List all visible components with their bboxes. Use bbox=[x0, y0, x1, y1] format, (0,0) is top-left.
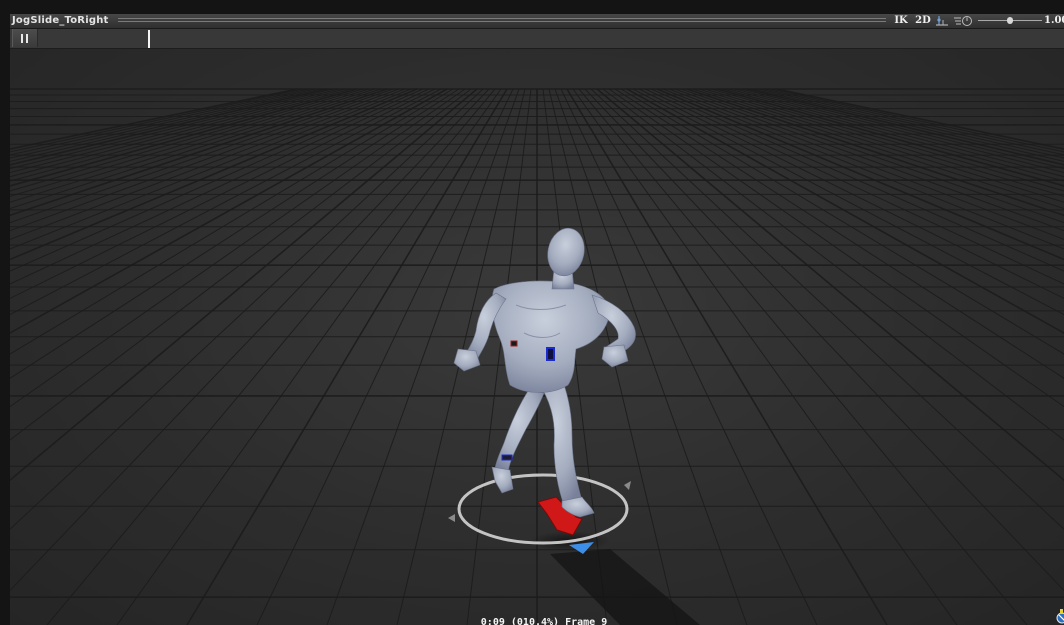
timeline-playhead[interactable] bbox=[148, 30, 150, 48]
preview-title-bar[interactable]: JogSlide_ToRight IK 2D 1.0 bbox=[10, 14, 1064, 29]
ring-marker-left-icon bbox=[448, 514, 455, 522]
3d-preview-viewport[interactable]: 0:09 (010.4%) Frame 9 bbox=[10, 49, 1064, 625]
2d-toggle-button[interactable]: 2D bbox=[913, 14, 933, 28]
ik-handle-right-hip bbox=[546, 347, 555, 361]
ik-handle-left-hip bbox=[510, 340, 518, 347]
playback-speed-value: 1.00 bbox=[1044, 15, 1064, 26]
frame-readout: 0:09 (010.4%) Frame 9 bbox=[480, 617, 608, 625]
pause-button[interactable] bbox=[12, 29, 38, 47]
ik-toggle-button[interactable]: IK bbox=[892, 14, 910, 28]
ik-handle-back-foot bbox=[501, 454, 513, 461]
pivot-icon[interactable] bbox=[935, 14, 949, 28]
pause-icon bbox=[21, 34, 29, 43]
drag-grip[interactable] bbox=[118, 18, 886, 24]
humanoid-model bbox=[453, 227, 636, 518]
timeline-bar[interactable] bbox=[10, 29, 1064, 49]
slider-thumb[interactable] bbox=[1007, 17, 1013, 24]
ring-marker-right-icon bbox=[624, 481, 631, 490]
playback-speed-icon[interactable] bbox=[953, 14, 975, 28]
scene-canvas bbox=[10, 88, 1064, 625]
character-shadow bbox=[550, 549, 700, 625]
avatar-pivot-icon[interactable] bbox=[1053, 609, 1064, 625]
animation-preview-window: JogSlide_ToRight IK 2D 1.0 0:09 (010.4%)… bbox=[10, 14, 1064, 625]
playback-speed-slider[interactable] bbox=[978, 14, 1044, 28]
window-title: JogSlide_ToRight bbox=[12, 15, 109, 26]
